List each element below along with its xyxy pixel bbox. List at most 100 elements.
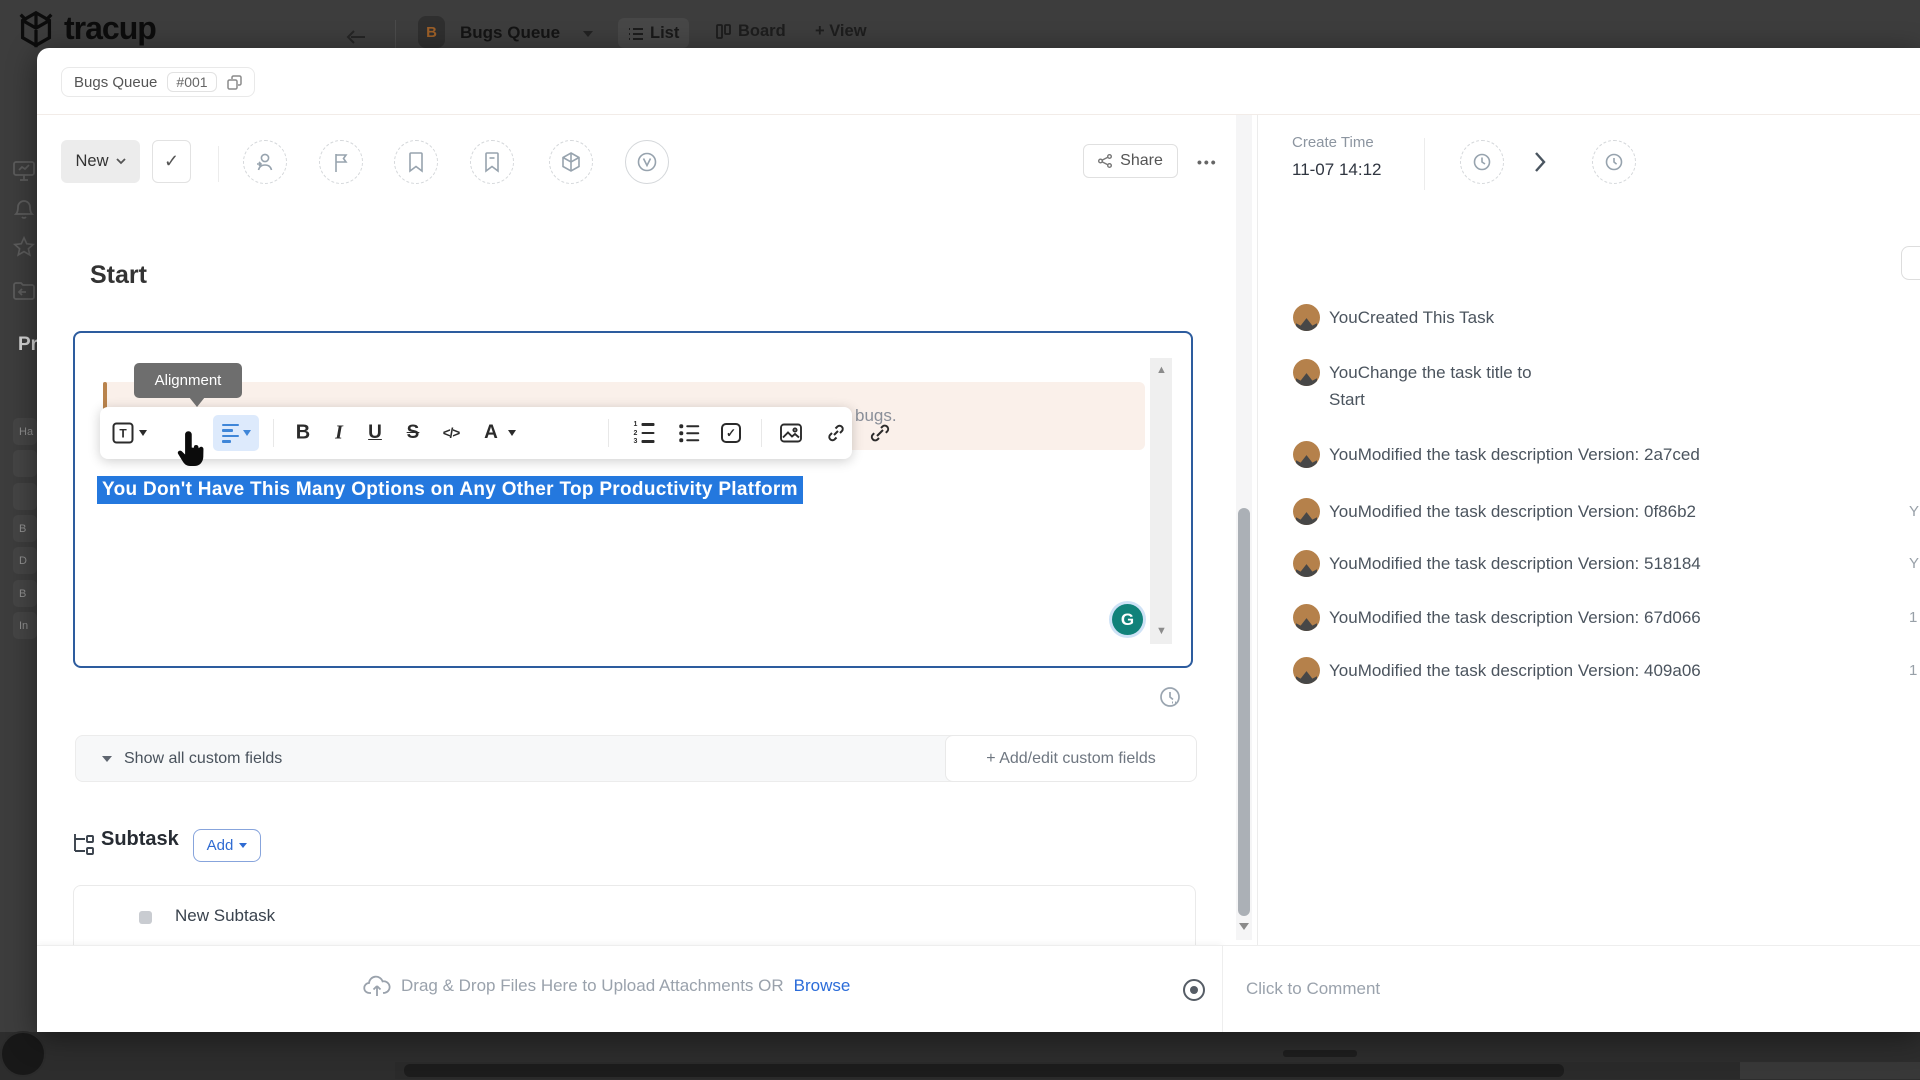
sidebar-project-chip[interactable] <box>13 483 37 510</box>
selected-text[interactable]: You Don't Have This Many Options on Any … <box>97 476 803 504</box>
insert-anchor-link-button[interactable] <box>870 423 891 444</box>
main-scrollbar-thumb[interactable] <box>1238 508 1250 916</box>
task-id-badge[interactable]: #001 <box>167 72 217 92</box>
favorites-star-icon[interactable] <box>12 236 36 258</box>
tooltip-tail <box>189 397 205 407</box>
flag-icon <box>335 154 348 172</box>
link-icon <box>828 424 844 442</box>
activity-text: YouCreated This Task <box>1329 308 1495 327</box>
breadcrumb-list-name[interactable]: Bugs Queue <box>74 74 157 91</box>
tab-list[interactable]: List <box>618 18 690 48</box>
sidebar-project-chip[interactable]: In <box>13 612 37 639</box>
editor-scroll-up-icon[interactable]: ▲ <box>1156 365 1167 376</box>
horizontal-scrollbar-thumb[interactable] <box>404 1064 1564 1077</box>
activity-avatar[interactable] <box>1293 604 1320 631</box>
archive-folder-icon[interactable] <box>12 280 36 302</box>
tab-bugs-queue[interactable]: Bugs Queue <box>460 23 560 43</box>
subtask-status-square[interactable] <box>139 911 152 924</box>
alignment-button[interactable] <box>213 415 259 451</box>
version-button[interactable] <box>625 140 669 184</box>
show-custom-fields-toggle[interactable]: Show all custom fields <box>124 750 282 768</box>
insert-image-button[interactable] <box>780 423 802 443</box>
tag-button[interactable] <box>470 140 514 184</box>
priority-button[interactable] <box>319 140 363 184</box>
copy-link-icon[interactable] <box>226 74 242 90</box>
editor-scrollbar[interactable]: ▲ ▼ <box>1150 358 1172 644</box>
code-button[interactable]: </> <box>443 426 461 441</box>
expand-fields-caret-icon[interactable] <box>102 755 112 762</box>
text-color-button[interactable]: A <box>484 422 498 444</box>
activity-avatar[interactable] <box>1293 657 1320 684</box>
activity-timestamp-fragment: 1 <box>1909 609 1918 626</box>
record-button[interactable] <box>1183 979 1205 1001</box>
activity-avatar[interactable] <box>1293 359 1320 386</box>
ordered-list-button[interactable]: 1 2 3 <box>634 421 655 445</box>
align-left-icon <box>221 423 239 443</box>
activity-history-button[interactable] <box>1592 140 1636 184</box>
activity-text: YouModified the task description Version… <box>1329 661 1701 680</box>
assignee-button[interactable] <box>243 140 287 184</box>
text-color-caret-icon[interactable] <box>508 430 516 436</box>
time-log-button[interactable] <box>1460 140 1504 184</box>
collapse-sidebar-icon[interactable] <box>345 27 367 47</box>
tab-board[interactable]: Board <box>716 22 786 41</box>
screen: tracup B Bugs Queue List Board + View Pr… <box>0 0 1920 1080</box>
bullet-list-icon <box>679 424 699 442</box>
description-editor[interactable]: bugs. You Don't Have This Many Options o… <box>73 331 1193 668</box>
user-avatar[interactable] <box>0 1031 46 1077</box>
notifications-bell-icon[interactable] <box>12 198 36 220</box>
task-title[interactable]: Start <box>90 261 147 290</box>
status-dropdown[interactable]: New <box>61 140 140 183</box>
activity-avatar[interactable] <box>1293 550 1320 577</box>
panel-cut-button[interactable] <box>1901 246 1920 280</box>
scrollbar-down-arrow[interactable] <box>1239 923 1249 930</box>
sidebar-project-chip[interactable]: D <box>13 547 37 574</box>
assign-person-icon <box>257 153 273 171</box>
italic-button[interactable]: I <box>335 422 343 445</box>
browse-link[interactable]: Browse <box>794 976 851 996</box>
activity-text: YouModified the task description Version… <box>1329 608 1701 627</box>
list-icon <box>629 27 643 40</box>
activity-timestamp-fragment: Y <box>1909 503 1920 520</box>
text-style-caret-icon[interactable] <box>139 430 147 436</box>
sidebar-project-chip[interactable]: B <box>13 515 37 542</box>
chevron-right-icon[interactable] <box>1533 151 1547 173</box>
share-button[interactable]: Share <box>1083 144 1178 178</box>
insert-link-button[interactable] <box>826 423 847 444</box>
horizontal-scrollbar-end <box>1740 1062 1920 1079</box>
grammarly-badge[interactable]: G <box>1112 604 1143 635</box>
add-subtask-button[interactable]: Add <box>193 829 261 862</box>
underline-button[interactable]: U <box>368 422 382 444</box>
tab-add-view[interactable]: + View <box>815 22 867 41</box>
project-caret-icon[interactable] <box>583 31 593 37</box>
activity-avatar[interactable] <box>1293 304 1320 331</box>
bookmark-button[interactable] <box>394 140 438 184</box>
activity-avatar[interactable] <box>1293 441 1320 468</box>
sidebar-project-chip[interactable]: Ha <box>13 418 37 445</box>
subtask-section-title: Subtask <box>101 828 179 850</box>
complete-task-button[interactable]: ✓ <box>152 140 191 183</box>
text-style-button[interactable]: T <box>112 422 134 444</box>
description-history-icon[interactable] <box>1158 685 1182 709</box>
attachment-dropzone[interactable]: Drag & Drop Files Here to Upload Attachm… <box>37 945 1222 1032</box>
checklist-button[interactable]: ✓ <box>721 423 741 443</box>
comment-input-bar[interactable]: Click to Comment <box>1222 945 1920 1032</box>
activity-text: YouModified the task description Version… <box>1329 502 1697 521</box>
project-icon: B <box>418 16 445 48</box>
bold-button[interactable]: B <box>296 422 310 445</box>
dashboard-icon[interactable] <box>12 160 36 182</box>
sidebar-project-chip[interactable] <box>13 450 37 477</box>
sidebar-project-chip[interactable]: B <box>13 580 37 607</box>
sidebar-section-label: Pr <box>18 334 39 355</box>
more-options-button[interactable]: ••• <box>1197 154 1218 170</box>
activity-item: YouModified the task description Version… <box>1293 441 1700 468</box>
add-edit-custom-fields-button[interactable]: + Add/edit custom fields <box>945 735 1197 782</box>
subtask-item-name[interactable]: New Subtask <box>175 906 275 926</box>
panel-header-divider <box>1424 138 1425 190</box>
dependency-button[interactable] <box>549 140 593 184</box>
tag-ribbon-icon <box>485 152 499 173</box>
bullet-list-button[interactable] <box>679 424 699 442</box>
strikethrough-button[interactable]: S <box>407 422 420 444</box>
editor-scroll-down-icon[interactable]: ▼ <box>1156 626 1167 637</box>
activity-avatar[interactable] <box>1293 498 1320 525</box>
